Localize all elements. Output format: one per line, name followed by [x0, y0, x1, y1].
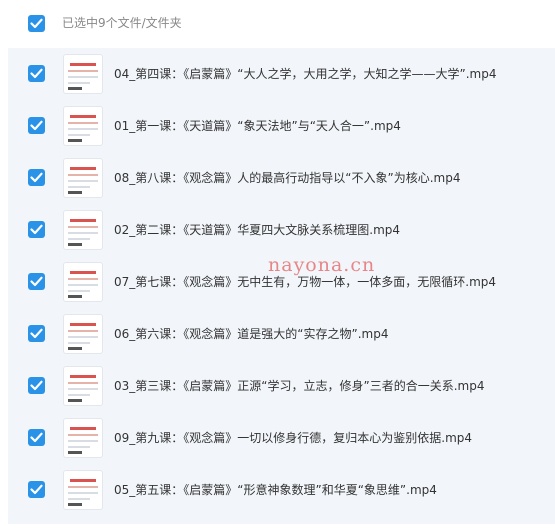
file-row[interactable]: 09_第九课：《观念篇》一切以修身行德，复归本心为鉴别依据.mp4: [8, 412, 555, 464]
file-row[interactable]: 08_第八课：《观念篇》人的最高行动指导以“不入象”为核心.mp4: [8, 152, 555, 204]
check-icon: [30, 120, 43, 131]
check-icon: [30, 432, 43, 443]
file-name[interactable]: 08_第八课：《观念篇》人的最高行动指导以“不入象”为核心.mp4: [114, 170, 460, 186]
video-thumbnail[interactable]: [64, 471, 102, 509]
check-icon: [30, 18, 43, 29]
check-icon: [30, 224, 43, 235]
file-name[interactable]: 06_第六课：《观念篇》道是强大的“实存之物”.mp4: [114, 326, 388, 342]
file-row[interactable]: 05_第五课：《启蒙篇》“形意神象数理”和华夏“象思维”.mp4: [8, 464, 555, 516]
file-checkbox[interactable]: [28, 481, 45, 498]
file-checkbox[interactable]: [28, 221, 45, 238]
file-name[interactable]: 02_第二课：《天道篇》华夏四大文脉关系梳理图.mp4: [114, 222, 400, 238]
file-checkbox[interactable]: [28, 65, 45, 82]
file-checkbox[interactable]: [28, 169, 45, 186]
file-checkbox[interactable]: [28, 273, 45, 290]
file-name[interactable]: 05_第五课：《启蒙篇》“形意神象数理”和华夏“象思维”.mp4: [114, 482, 437, 498]
file-name[interactable]: 09_第九课：《观念篇》一切以修身行德，复归本心为鉴别依据.mp4: [114, 430, 472, 446]
file-row[interactable]: 02_第二课：《天道篇》华夏四大文脉关系梳理图.mp4: [8, 204, 555, 256]
file-checkbox[interactable]: [28, 325, 45, 342]
video-thumbnail[interactable]: [64, 263, 102, 301]
select-all-checkbox[interactable]: [28, 15, 45, 32]
check-icon: [30, 172, 43, 183]
file-checkbox[interactable]: [28, 429, 45, 446]
video-thumbnail[interactable]: [64, 159, 102, 197]
check-icon: [30, 276, 43, 287]
file-row[interactable]: 01_第一课：《天道篇》“象天法地”与“天人合一”.mp4: [8, 100, 555, 152]
video-thumbnail[interactable]: [64, 107, 102, 145]
file-row[interactable]: 06_第六课：《观念篇》道是强大的“实存之物”.mp4: [8, 308, 555, 360]
selection-header: 已选中9个文件/文件夹: [0, 0, 555, 48]
file-name[interactable]: 07_第七课：《观念篇》无中生有，万物一体，一体多面，无限循环.mp4: [114, 274, 496, 290]
file-list: 04_第四课：《启蒙篇》“大人之学，大用之学，大知之学——大学”.mp4 01_第…: [8, 48, 555, 524]
video-thumbnail[interactable]: [64, 315, 102, 353]
file-name[interactable]: 03_第三课：《启蒙篇》正源“学习，立志，修身”三者的合一关系.mp4: [114, 378, 484, 394]
video-thumbnail[interactable]: [64, 419, 102, 457]
check-icon: [30, 380, 43, 391]
selection-count-label: 已选中9个文件/文件夹: [62, 16, 182, 30]
video-thumbnail[interactable]: [64, 367, 102, 405]
file-checkbox[interactable]: [28, 117, 45, 134]
file-row[interactable]: 04_第四课：《启蒙篇》“大人之学，大用之学，大知之学——大学”.mp4: [8, 48, 555, 100]
file-row[interactable]: 03_第三课：《启蒙篇》正源“学习，立志，修身”三者的合一关系.mp4: [8, 360, 555, 412]
watermark: nayona.cn: [268, 254, 376, 276]
file-name[interactable]: 04_第四课：《启蒙篇》“大人之学，大用之学，大知之学——大学”.mp4: [114, 66, 496, 82]
video-thumbnail[interactable]: [64, 55, 102, 93]
file-name[interactable]: 01_第一课：《天道篇》“象天法地”与“天人合一”.mp4: [114, 118, 401, 134]
video-thumbnail[interactable]: [64, 211, 102, 249]
file-checkbox[interactable]: [28, 377, 45, 394]
check-icon: [30, 484, 43, 495]
check-icon: [30, 68, 43, 79]
check-icon: [30, 328, 43, 339]
